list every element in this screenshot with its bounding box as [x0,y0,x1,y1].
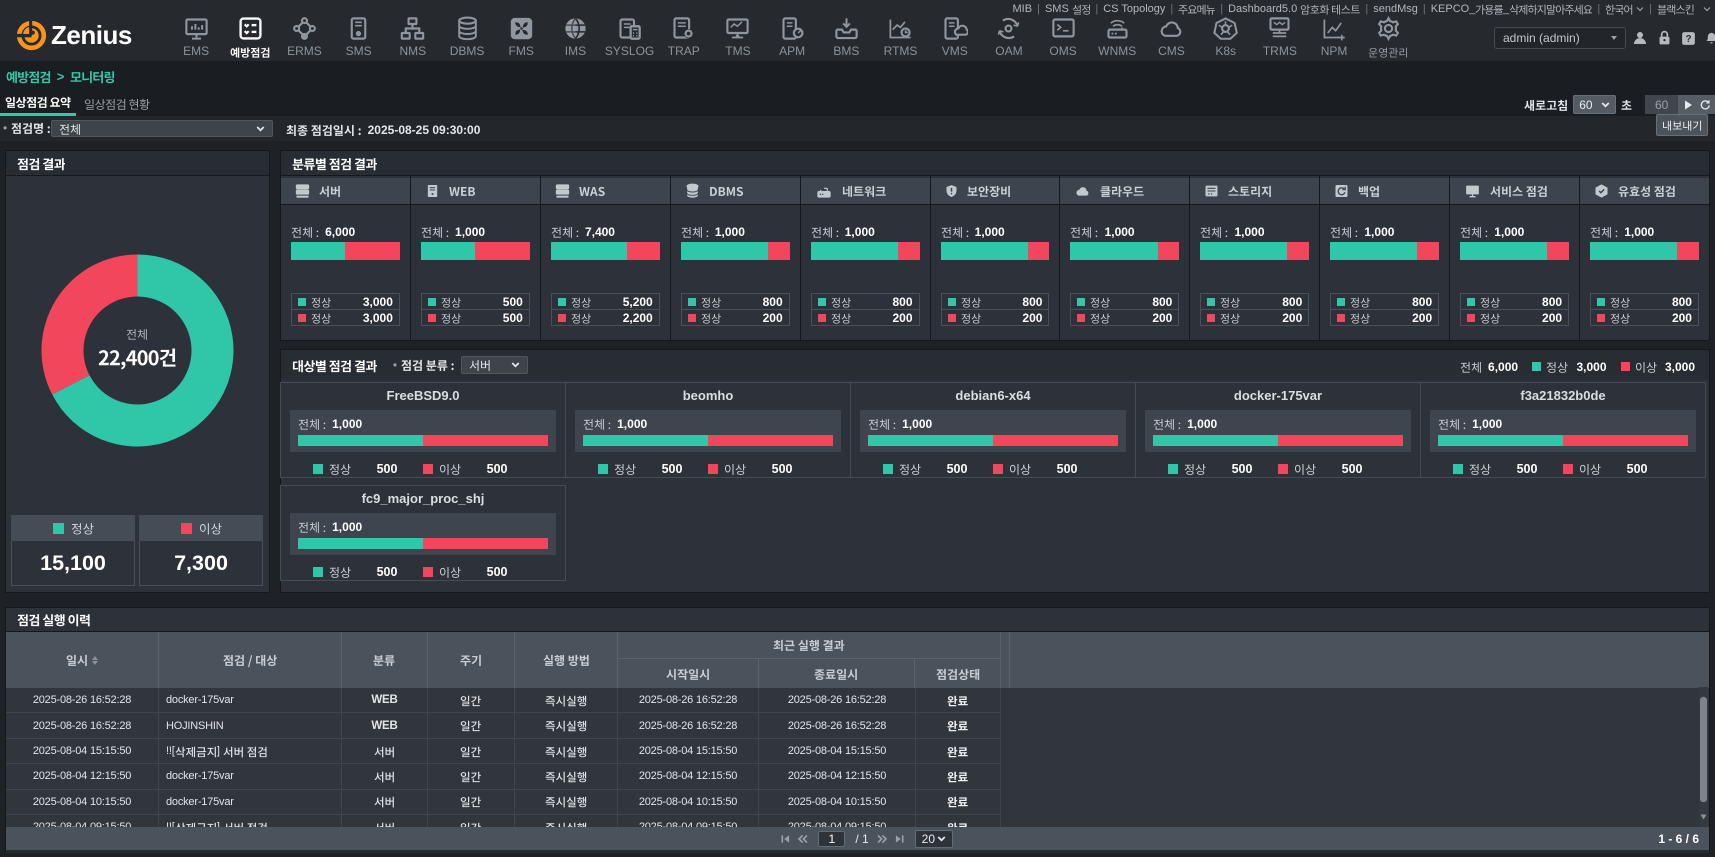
svg-text:?: ? [1685,34,1691,45]
